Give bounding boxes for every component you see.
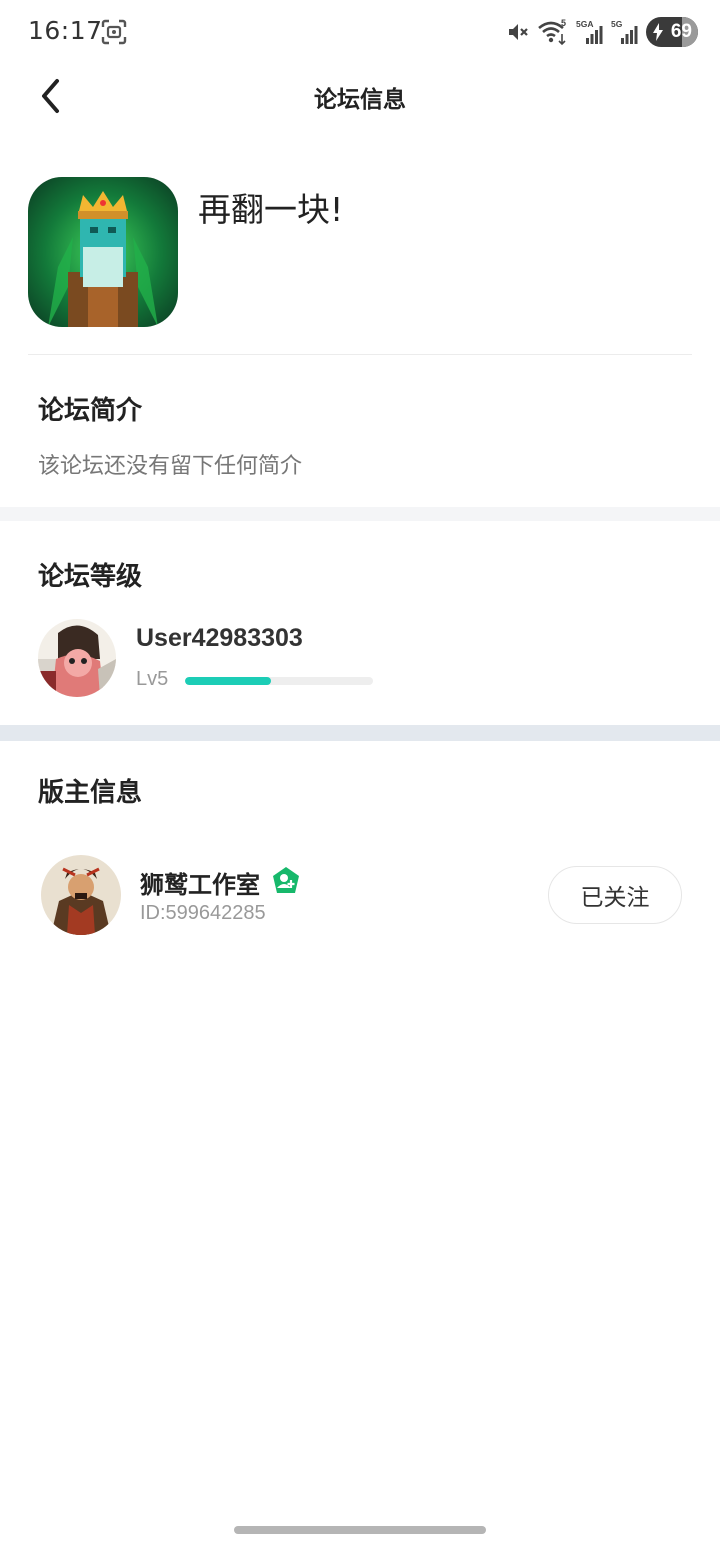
moderator-id: ID:599642285 bbox=[140, 902, 266, 924]
intro-section-title: 论坛简介 bbox=[38, 396, 143, 426]
moderator-avatar[interactable] bbox=[41, 855, 121, 935]
screenshot-icon bbox=[101, 19, 127, 45]
forum-name: 再翻一块! bbox=[198, 190, 344, 229]
page-title: 论坛信息 bbox=[314, 87, 406, 113]
intro-text: 该论坛还没有留下任何简介 bbox=[38, 454, 303, 479]
forum-game-icon bbox=[28, 177, 178, 327]
level-progress-fill bbox=[185, 677, 272, 685]
section-separator bbox=[0, 507, 720, 521]
battery-level: 69 bbox=[670, 21, 692, 42]
nav-bar: 论坛信息 bbox=[0, 64, 720, 128]
signal-5ga-icon: 5GA bbox=[576, 19, 603, 44]
follow-button[interactable]: 已关注 bbox=[548, 866, 682, 924]
moderator-name: 狮鹫工作室 bbox=[140, 871, 260, 899]
status-time: 16:17 bbox=[28, 16, 103, 45]
level-progress-bar bbox=[185, 677, 373, 685]
sim1-label: 5GA bbox=[576, 19, 593, 29]
home-indicator[interactable] bbox=[234, 1526, 486, 1534]
wifi-icon: 5 bbox=[538, 18, 566, 46]
level-badge: Lv5 bbox=[136, 668, 169, 690]
sim2-label: 5G bbox=[611, 19, 623, 29]
charging-bolt-icon bbox=[653, 23, 663, 41]
level-section-title: 论坛等级 bbox=[38, 562, 143, 592]
moderator-section-title: 版主信息 bbox=[38, 778, 143, 808]
user-avatar[interactable] bbox=[38, 619, 116, 697]
section-separator bbox=[0, 725, 720, 741]
status-icons: 5 5GA 5G 69 bbox=[506, 16, 698, 48]
signal-5g-icon: 5G bbox=[611, 19, 638, 44]
battery-charging-icon: 69 bbox=[646, 17, 698, 47]
level-username: User42983303 bbox=[136, 624, 303, 652]
verified-badge-icon bbox=[273, 867, 299, 893]
wifi-band-label: 5 bbox=[561, 18, 566, 28]
divider bbox=[28, 354, 692, 355]
status-bar: 16:17 5 5GA 5G 69 bbox=[0, 0, 720, 64]
mute-icon bbox=[509, 24, 528, 40]
